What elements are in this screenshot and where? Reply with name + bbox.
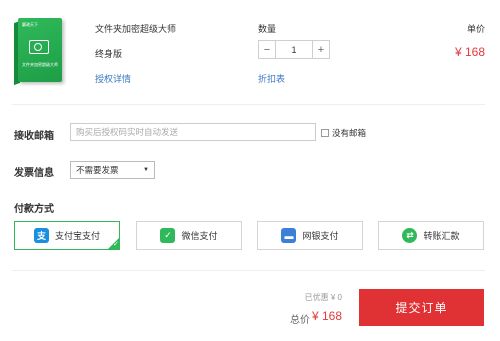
license-details-link[interactable]: 授权详情 [95, 72, 131, 85]
total-label: 总价 [290, 315, 310, 326]
invoice-select[interactable]: 不需要发票 ▼ [70, 161, 155, 179]
quantity-decrease-button[interactable]: − [259, 41, 276, 58]
unit-price-value: ¥ 168 [454, 45, 485, 59]
quantity-stepper: − 1 + [258, 40, 330, 59]
product-box-image: 赢政天下 文件夹加密超级大师 [12, 14, 72, 90]
payment-option-transfer[interactable]: ⇄ 转账汇款 [378, 221, 484, 250]
email-input[interactable] [70, 123, 316, 141]
product-title: 文件夹加密超级大师 [95, 24, 177, 34]
selected-check-icon [107, 237, 120, 250]
folder-lock-icon [29, 40, 49, 54]
total-price: ¥ 168 [311, 309, 342, 323]
invoice-selected-value: 不需要发票 [76, 165, 119, 175]
divider [12, 104, 485, 105]
divider [12, 270, 485, 271]
bank-card-icon: ▬ [281, 228, 297, 243]
payment-option-label: 网银支付 [302, 231, 339, 241]
product-box-logo: 赢政天下 [22, 22, 38, 27]
chevron-down-icon: ▼ [143, 167, 149, 173]
no-email-option[interactable]: 没有邮箱 [321, 127, 366, 139]
alipay-icon: 支 [33, 228, 49, 243]
product-edition: 终身版 [95, 49, 123, 59]
payment-method-title: 付款方式 [14, 204, 54, 215]
discount-table-link[interactable]: 折扣表 [258, 72, 285, 85]
email-label: 接收邮箱 [14, 131, 54, 142]
payment-option-wechat[interactable]: ✓ 微信支付 [136, 221, 242, 250]
payment-option-bank[interactable]: ▬ 网银支付 [257, 221, 363, 250]
unit-price-header: 单价 [466, 24, 485, 34]
quantity-header: 数量 [258, 24, 277, 34]
no-email-checkbox[interactable] [321, 129, 329, 137]
product-box-name: 文件夹加密超级大师 [22, 62, 58, 67]
quantity-increase-button[interactable]: + [312, 41, 329, 58]
payment-option-alipay[interactable]: 支 支付宝支付 [14, 221, 120, 250]
wechat-icon: ✓ [160, 228, 176, 243]
payment-option-label: 微信支付 [181, 231, 218, 241]
transfer-icon: ⇄ [402, 228, 418, 243]
quantity-value[interactable]: 1 [276, 45, 312, 55]
no-email-label: 没有邮箱 [332, 128, 367, 138]
invoice-label: 发票信息 [14, 168, 54, 179]
submit-order-button[interactable]: 提交订单 [359, 289, 484, 326]
payment-option-label: 转账汇款 [423, 231, 460, 241]
discount-text: 已优惠 ¥ 0 [304, 293, 342, 302]
payment-option-label: 支付宝支付 [54, 231, 100, 241]
product-box-front: 赢政天下 文件夹加密超级大师 [18, 18, 62, 82]
